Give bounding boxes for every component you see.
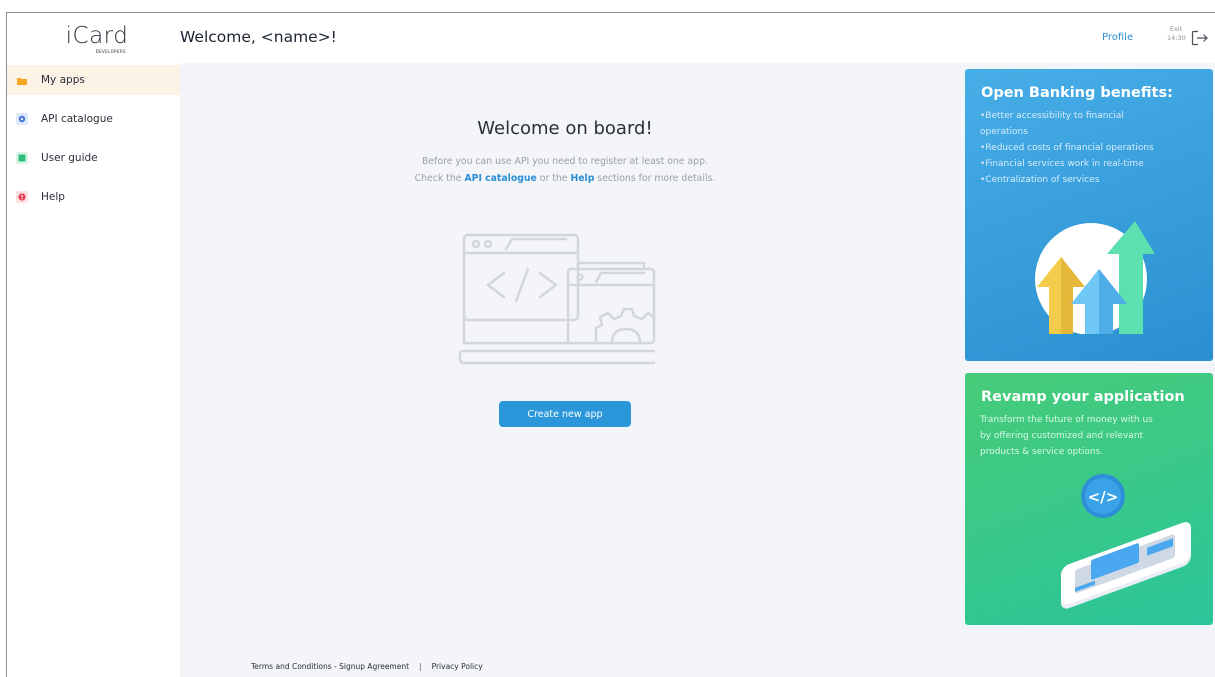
growth-arrows-icon xyxy=(1035,221,1155,334)
session-info: Exit 14:30 xyxy=(1167,25,1186,43)
benefit-item: operations xyxy=(980,127,1028,137)
icard-logo[interactable]: iCard DEVELOPERS xyxy=(62,23,132,57)
create-new-app-button[interactable]: Create new app xyxy=(499,401,631,427)
benefit-item: •Better accessibility to financial xyxy=(980,111,1124,121)
folder-icon xyxy=(17,78,27,85)
profile-link[interactable]: Profile xyxy=(1102,32,1133,43)
app-window: iCard DEVELOPERS Welcome, <name>! Profil… xyxy=(6,12,1215,677)
benefit-item: •Centralization of services xyxy=(980,175,1100,185)
sidebar-item-label: User guide xyxy=(41,152,98,164)
gear-icon xyxy=(16,113,28,125)
welcome-heading: Welcome on board! xyxy=(477,118,653,139)
card-text: by offering customized and relevant xyxy=(980,431,1144,441)
sidebar-item-api-catalogue[interactable]: API catalogue xyxy=(7,104,180,134)
book-icon xyxy=(16,152,28,164)
intro-text: Check the xyxy=(414,173,465,184)
logo-subtitle: DEVELOPERS xyxy=(95,49,126,54)
mobile-code-icon: </> xyxy=(1061,474,1191,609)
benefit-item: •Financial services work in real-time xyxy=(980,159,1144,169)
footer: Terms and Conditions - Signup Agreement |… xyxy=(251,662,483,671)
sidebar-item-user-guide[interactable]: User guide xyxy=(7,143,180,173)
exit-label: Exit xyxy=(1169,25,1183,33)
intro-text: sections for more details. xyxy=(594,173,716,184)
svg-text:</>: </> xyxy=(1088,488,1119,506)
sidebar-item-label: API catalogue xyxy=(41,113,113,125)
footer-separator: | xyxy=(419,662,422,671)
help-link[interactable]: Help xyxy=(570,173,594,184)
sidebar-item-label: Help xyxy=(41,191,65,203)
open-banking-card: Open Banking benefits: •Better accessibi… xyxy=(965,69,1213,361)
page-title: Welcome, <name>! xyxy=(180,28,337,46)
api-catalogue-link[interactable]: API catalogue xyxy=(464,173,536,184)
sidebar: My apps API catalogue User guide Help xyxy=(7,63,180,677)
card-title: Revamp your application xyxy=(981,389,1185,405)
card-title: Open Banking benefits: xyxy=(981,85,1173,101)
logo-text: iCard xyxy=(65,23,129,49)
code-window-icon xyxy=(458,233,656,365)
top-bar: iCard DEVELOPERS Welcome, <name>! Profil… xyxy=(7,13,1215,63)
main-content: Welcome on board! Before you can use API… xyxy=(180,63,1215,677)
sidebar-item-label: My apps xyxy=(41,74,85,86)
intro-text-line1: Before you can use API you need to regis… xyxy=(422,156,708,167)
terms-link[interactable]: Terms and Conditions - Signup Agreement xyxy=(251,662,409,671)
intro-text: or the xyxy=(536,173,571,184)
privacy-policy-link[interactable]: Privacy Policy xyxy=(432,662,483,671)
revamp-app-card: Revamp your application Transform the fu… xyxy=(965,373,1213,625)
help-icon xyxy=(16,191,28,203)
card-text: Transform the future of money with us xyxy=(980,415,1153,425)
card-text: products & service options. xyxy=(980,447,1104,457)
logout-icon[interactable] xyxy=(1191,30,1209,46)
intro-text-line2: Check the API catalogue or the Help sect… xyxy=(180,173,950,184)
benefit-item: •Reduced costs of financial operations xyxy=(980,143,1154,153)
sidebar-item-help[interactable]: Help xyxy=(7,182,180,212)
session-time: 14:30 xyxy=(1167,34,1186,42)
sidebar-item-my-apps[interactable]: My apps xyxy=(7,65,180,95)
